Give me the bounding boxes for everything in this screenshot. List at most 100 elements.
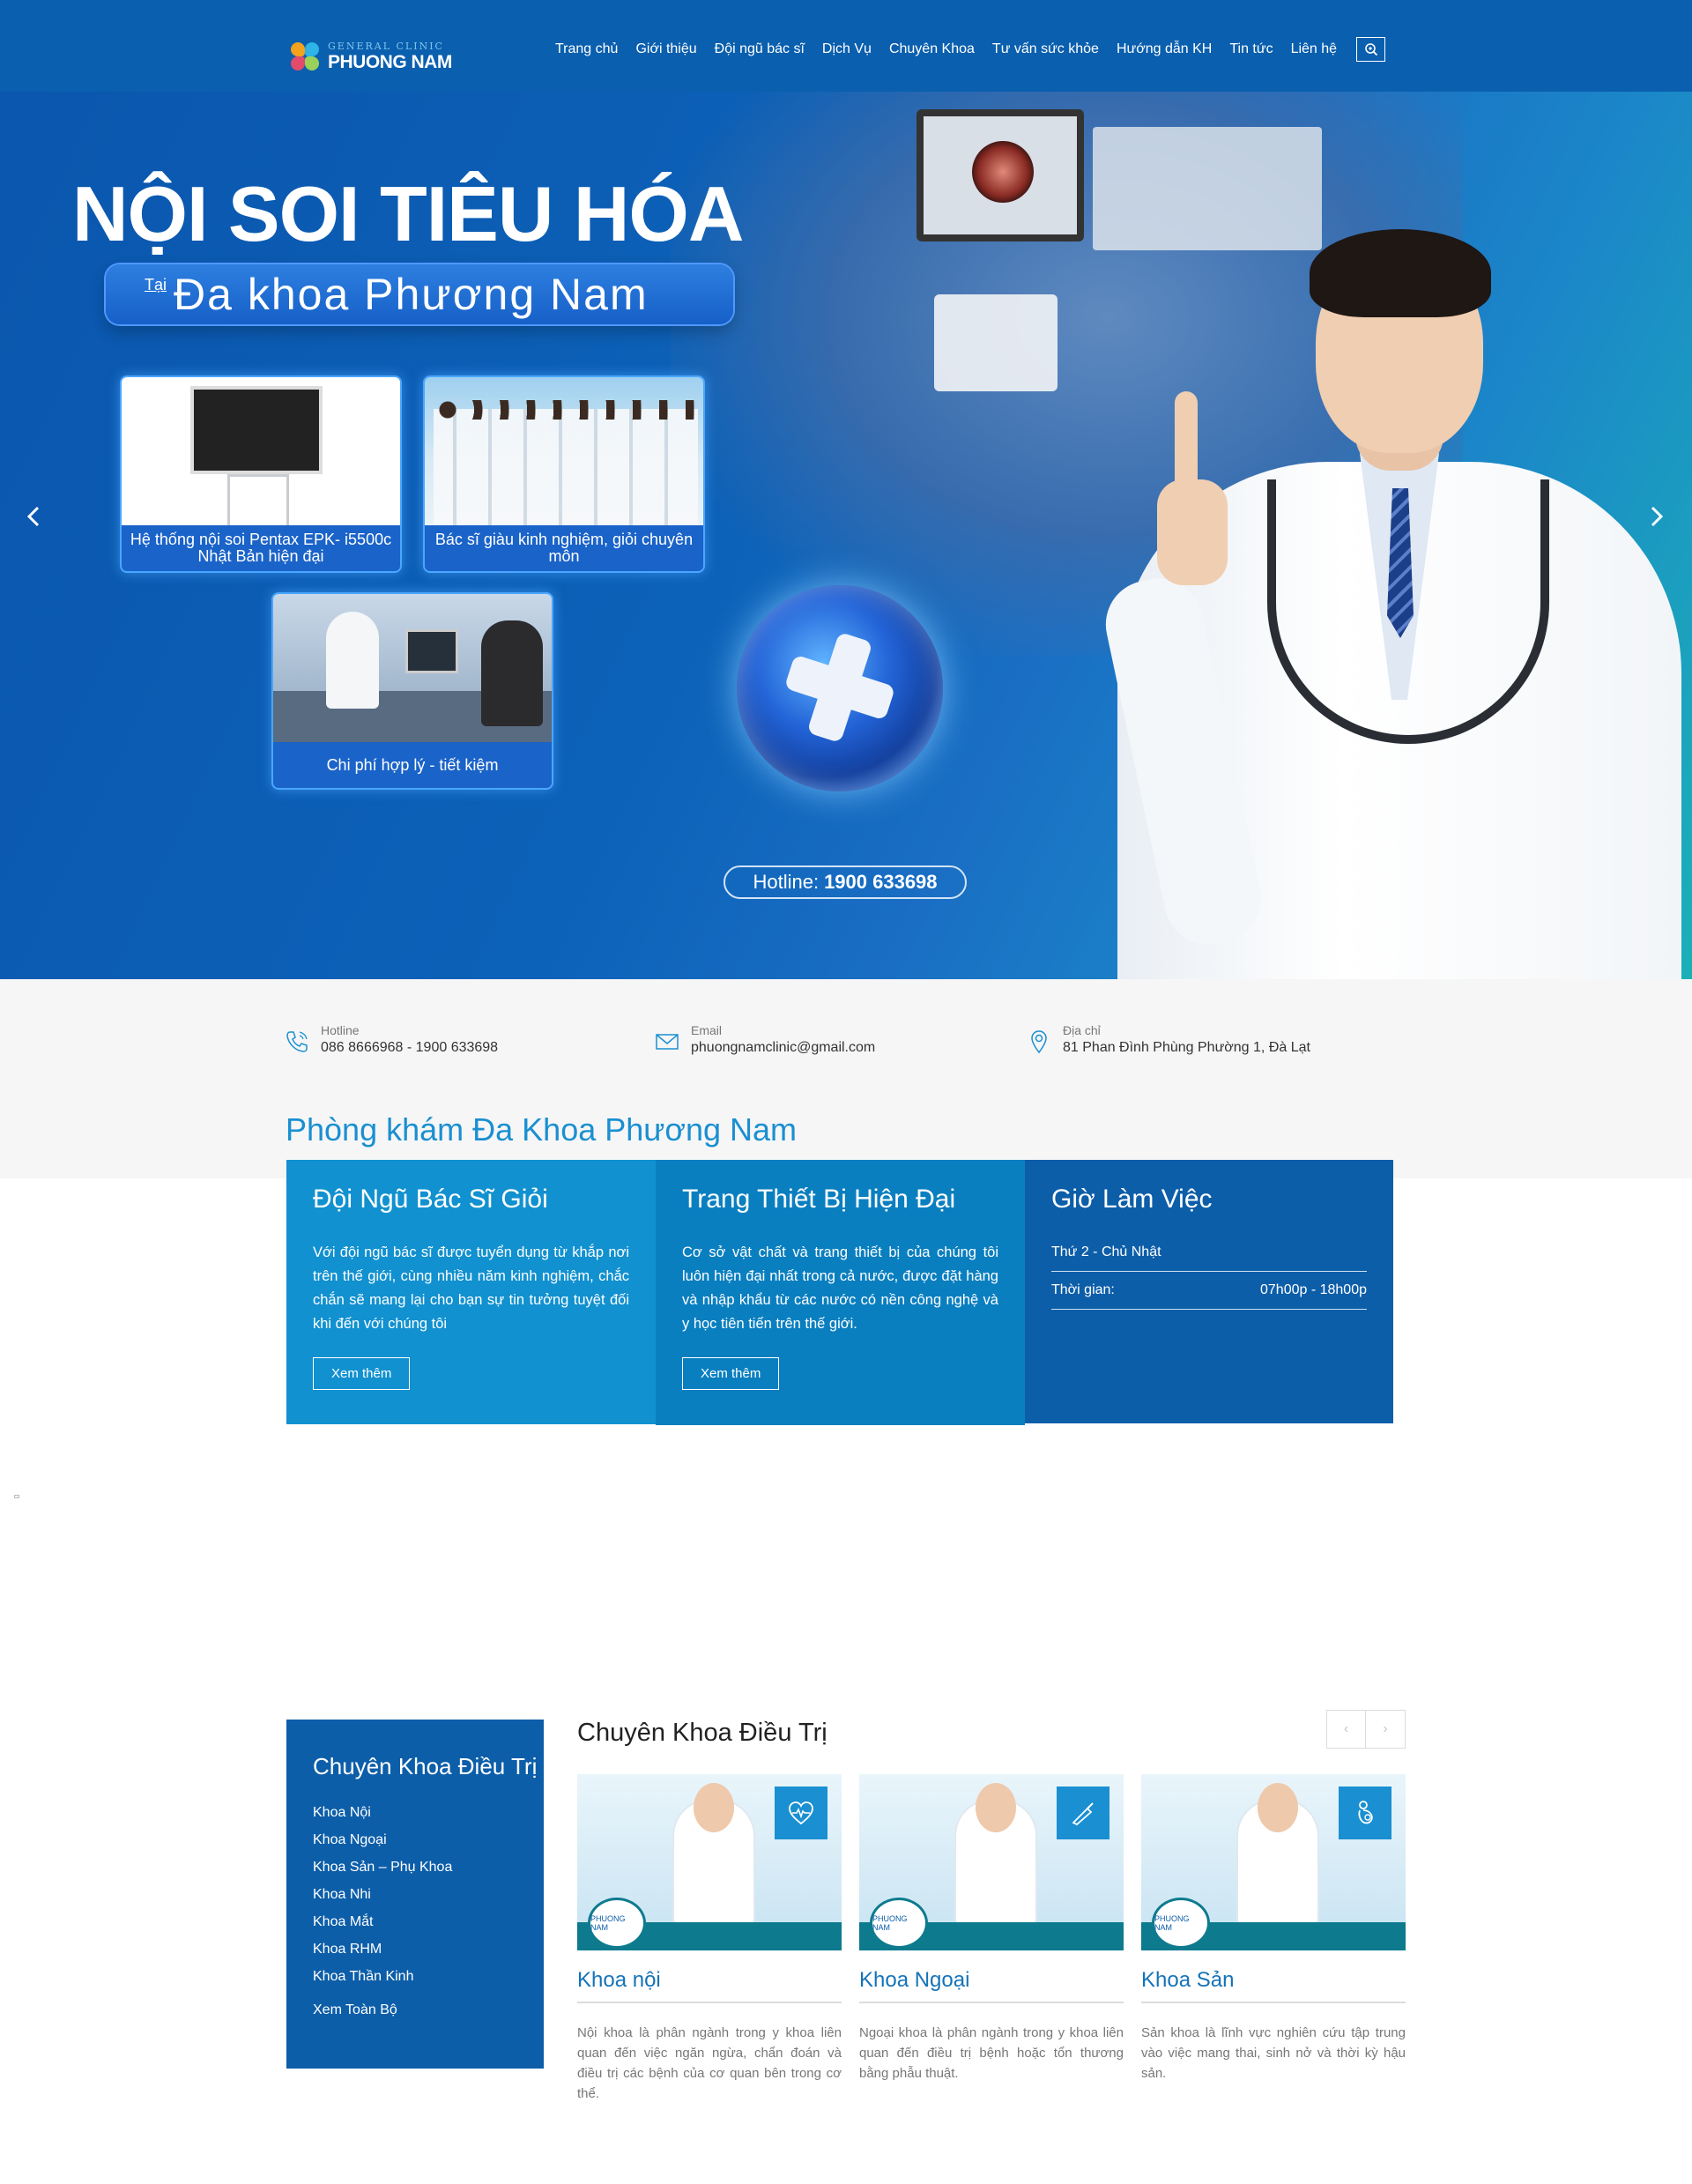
working-time-label: Thời gian: (1051, 1282, 1115, 1297)
sidebar-item-neurology[interactable]: Khoa Thần Kinh (313, 1969, 517, 1985)
doctors-team-image (425, 377, 703, 525)
contact-hotline-label: Hotline (321, 1023, 360, 1037)
hero-feature-caption: Hệ thống nội soi Pentax EPK- i5500c Nhật… (130, 531, 392, 565)
nav-item-services[interactable]: Dịch Vụ (822, 41, 872, 57)
nav-item-specialties[interactable]: Chuyên Khoa (889, 41, 975, 57)
slider-next-button[interactable] (1646, 506, 1667, 527)
carousel-next-button[interactable]: › (1366, 1711, 1405, 1748)
endoscopy-monitor-image (916, 109, 1084, 241)
contact-strip: Hotline 086 8666968 - 1900 633698 Email … (0, 979, 1692, 1178)
contact-hotline-value: 086 8666968 - 1900 633698 (321, 1040, 499, 1055)
logo-name: PHUONG NAM (328, 52, 452, 72)
equipment-read-more-button[interactable]: Xem thêm (682, 1357, 780, 1390)
working-days: Thứ 2 - Chủ Nhật (1051, 1244, 1161, 1259)
specialty-card-title[interactable]: Khoa Ngoại (859, 1968, 1124, 2003)
working-hours-box: Giờ Làm Việc Thứ 2 - Chủ Nhật Thời gian:… (1025, 1160, 1393, 1423)
specialty-card-text: Nội khoa là phân ngành trong y khoa liên… (577, 2025, 842, 2101)
contact-email-value: phuongnamclinic@gmail.com (691, 1040, 876, 1055)
contact-address[interactable]: Địa chỉ 81 Phan Đình Phùng Phường 1, Đà … (1026, 1023, 1310, 1056)
search-button[interactable] (1356, 37, 1386, 62)
sidebar-item-internal[interactable]: Khoa Nội (313, 1805, 517, 1821)
nav-item-news[interactable]: Tin tức (1229, 41, 1273, 57)
logo-subtitle: GENERAL CLINIC (328, 41, 444, 52)
medical-cross-orb-icon (737, 585, 943, 791)
sidebar-item-dental[interactable]: Khoa RHM (313, 1942, 517, 1957)
sidebar-item-surgery[interactable]: Khoa Ngoại (313, 1832, 517, 1848)
doctors-info-box: Đội Ngũ Bác Sĩ Giỏi Với đội ngũ bác sĩ đ… (286, 1160, 656, 1424)
contact-email[interactable]: Email phuongnamclinic@gmail.com (654, 1023, 875, 1056)
hero-feature-card: Hệ thống nội soi Pentax EPK- i5500c Nhật… (120, 375, 402, 573)
contact-address-value: 81 Phan Đình Phùng Phường 1, Đà Lạt (1063, 1040, 1310, 1055)
specialty-card[interactable]: PHUONG NAM Khoa Ngoại Ngoại khoa là phân… (859, 1774, 1124, 2084)
nav-item-doctors[interactable]: Đội ngũ bác sĩ (715, 41, 805, 57)
specialties-sidebar: Chuyên Khoa Điều Trị Khoa Nội Khoa Ngoại… (286, 1720, 544, 2069)
site-header: GENERAL CLINIC PHUONG NAM Trang chủ Giới… (0, 0, 1692, 92)
nav-item-home[interactable]: Trang chủ (555, 41, 618, 57)
envelope-icon (656, 1034, 679, 1050)
equipment-box-text: Cơ sở vật chất và trang thiết bị của chú… (682, 1244, 998, 1332)
doctors-box-text: Với đội ngũ bác sĩ được tuyển dụng từ kh… (313, 1244, 629, 1332)
working-days-row: Thứ 2 - Chủ Nhật (1051, 1241, 1367, 1272)
clinic-badge: PHUONG NAM (870, 1898, 928, 1949)
chevron-right-icon (1651, 506, 1663, 527)
phone-icon (286, 1031, 308, 1052)
info-boxes: Đội Ngũ Bác Sĩ Giỏi Với đội ngũ bác sĩ đ… (286, 1160, 1393, 1425)
hero-subtitle-prefix: Tại (145, 275, 167, 293)
doctors-box-title: Đội Ngũ Bác Sĩ Giỏi (313, 1185, 548, 1214)
logo-mark-icon (287, 39, 323, 74)
hero-subtitle: Đa khoa Phương Nam (174, 270, 649, 319)
main-nav: Trang chủ Giới thiệu Đội ngũ bác sĩ Dịch… (555, 37, 1386, 62)
sidebar-item-pediatrics[interactable]: Khoa Nhi (313, 1887, 517, 1903)
scalpel-icon (1072, 1802, 1094, 1826)
doctors-read-more-button[interactable]: Xem thêm (313, 1357, 411, 1390)
clinic-badge: PHUONG NAM (588, 1898, 646, 1949)
doctor-portrait-image (1091, 189, 1681, 979)
working-hours-title: Giờ Làm Việc (1051, 1185, 1213, 1214)
sidebar-view-all-link[interactable]: Xem Toàn Bộ (313, 2002, 517, 2018)
equipment-box-title: Trang Thiết Bị Hiện Đại (682, 1185, 956, 1214)
sidebar-item-ophthalmology[interactable]: Khoa Mắt (313, 1914, 517, 1930)
heart-pulse-icon (789, 1801, 813, 1825)
hero-feature-card: Chi phí hợp lý - tiết kiệm (271, 592, 553, 790)
slider-prev-button[interactable] (23, 506, 44, 527)
hero-title: NỘI SOI TIÊU HÓA (72, 170, 744, 257)
hero-slider: NỘI SOI TIÊU HÓA Tại Đa khoa Phương Nam … (0, 92, 1692, 979)
hero-subtitle-banner: Tại Đa khoa Phương Nam (106, 264, 733, 324)
specialty-card[interactable]: PHUONG NAM Khoa nội Nội khoa là phân ngà… (577, 1774, 842, 2104)
consultation-image (273, 594, 552, 742)
broken-image-icon (14, 1495, 19, 1498)
sidebar-item-obstetrics[interactable]: Khoa Sản – Phụ Khoa (313, 1860, 517, 1876)
endoscope-system-image (122, 377, 400, 525)
specialty-card-title[interactable]: Khoa nội (577, 1968, 842, 2003)
equipment-info-box: Trang Thiết Bị Hiện Đại Cơ sở vật chất v… (656, 1160, 1025, 1425)
hero-feature-card: Bác sĩ giàu kinh nghiệm, giỏi chuyên môn (423, 375, 705, 573)
specialties-pager: ‹ › (1326, 1710, 1406, 1749)
specialty-card-image: PHUONG NAM (1141, 1774, 1406, 1950)
nav-item-contact[interactable]: Liên hệ (1291, 41, 1338, 57)
working-time-value: 07h00p - 18h00p (1260, 1282, 1367, 1297)
pregnancy-icon (1358, 1801, 1373, 1824)
specialty-card[interactable]: PHUONG NAM Khoa Sản Sản khoa là lĩnh vực… (1141, 1774, 1406, 2084)
nav-item-about[interactable]: Giới thiệu (635, 41, 696, 57)
hero-feature-caption: Chi phí hợp lý - tiết kiệm (326, 755, 499, 774)
clinic-badge: PHUONG NAM (1152, 1898, 1210, 1949)
contact-hotline[interactable]: Hotline 086 8666968 - 1900 633698 (284, 1023, 498, 1056)
nav-item-customer-guide[interactable]: Hướng dẫn KH (1117, 41, 1212, 57)
nav-item-health-advice[interactable]: Tư vấn sức khỏe (992, 41, 1099, 57)
site-logo[interactable]: GENERAL CLINIC PHUONG NAM (287, 35, 464, 78)
carousel-prev-button[interactable]: ‹ (1327, 1711, 1367, 1748)
chevron-left-icon (27, 506, 40, 527)
specialties-title: Chuyên Khoa Điều Trị (577, 1719, 827, 1747)
hero-hotline[interactable]: Hotline: 1900 633698 (724, 865, 967, 899)
sidebar-title: Chuyên Khoa Điều Trị (313, 1753, 538, 1779)
specialty-card-text: Sản khoa là lĩnh vực nghiên cứu tập trun… (1141, 2025, 1406, 2081)
specialty-card-image: PHUONG NAM (577, 1774, 842, 1950)
contact-address-label: Địa chỉ (1063, 1023, 1101, 1037)
search-icon (1364, 43, 1377, 56)
hero-hotline-label: Hotline: (753, 871, 820, 893)
specialty-card-title[interactable]: Khoa Sản (1141, 1968, 1406, 2003)
working-time-row: Thời gian: 07h00p - 18h00p (1051, 1272, 1367, 1310)
endoscopy-machine-image (934, 294, 1058, 391)
specialty-card-image: PHUONG NAM (859, 1774, 1124, 1950)
clinic-section-title: Phòng khám Đa Khoa Phương Nam (286, 1111, 798, 1148)
